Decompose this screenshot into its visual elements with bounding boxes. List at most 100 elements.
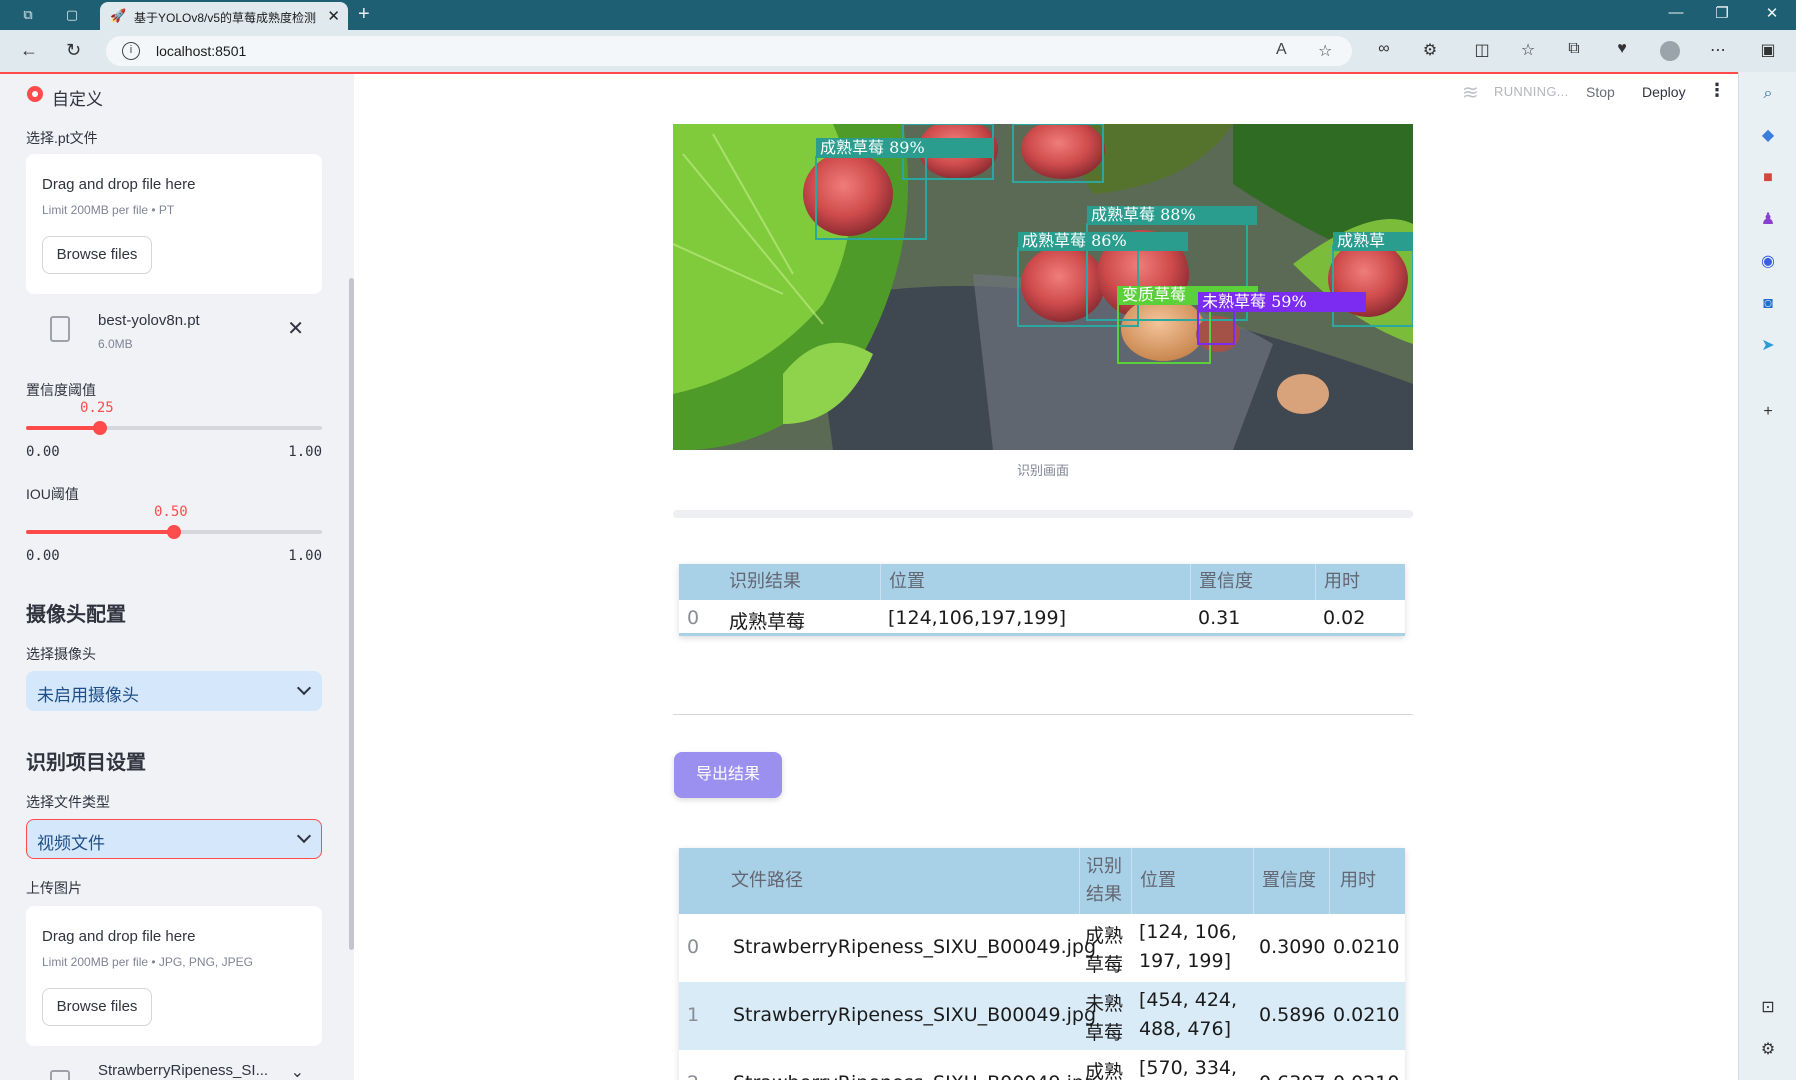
radio-label: 自定义 bbox=[52, 90, 103, 109]
more-menu-icon[interactable]: ⋯ bbox=[1706, 40, 1730, 60]
browse-files-button[interactable]: Browse files bbox=[42, 236, 152, 274]
cell-confidence: 0.3090 bbox=[1259, 936, 1326, 958]
window-close-icon[interactable]: ✕ bbox=[1752, 4, 1792, 22]
detection-label: 变质草莓 bbox=[1122, 285, 1186, 304]
pt-dropzone[interactable]: Drag and drop file here Limit 200MB per … bbox=[26, 154, 322, 294]
sidebar: 自定义 选择.pt文件 Drag and drop file here Limi… bbox=[0, 74, 354, 1080]
edge-sidebar: ⌕ ◆ ■ ♟ ◉ ◙ ➤ + ⊡ ⚙ bbox=[1738, 72, 1796, 1080]
iou-slider[interactable]: 0.50 0.00 1.00 bbox=[26, 504, 322, 564]
tab-title: 基于YOLOv8/v5的草莓成熟度检测 bbox=[134, 11, 317, 25]
collections-icon[interactable]: ⧉ bbox=[1562, 40, 1586, 58]
add-icon[interactable]: + bbox=[1758, 402, 1778, 422]
table-row[interactable]: 0 StrawberryRipeness_SIXU_B00049.jpg 成熟 … bbox=[679, 914, 1405, 982]
chevron-down-icon[interactable]: ⌄ bbox=[291, 1062, 304, 1080]
detection-label: 成熟草莓 86% bbox=[1022, 231, 1127, 250]
dropzone-title: Drag and drop file here bbox=[42, 176, 196, 193]
file-icon bbox=[50, 316, 70, 342]
filetype-select[interactable]: 视频文件 bbox=[26, 819, 322, 859]
cell-time: 0.0210 bbox=[1333, 1004, 1400, 1026]
table-header[interactable]: 识别结果 bbox=[723, 564, 880, 600]
back-icon[interactable]: ← bbox=[20, 40, 38, 61]
tab-actions-icon[interactable]: ▢ bbox=[64, 7, 80, 23]
remove-file-icon[interactable]: ✕ bbox=[287, 316, 304, 341]
image-dropzone[interactable]: Drag and drop file here Limit 200MB per … bbox=[26, 906, 322, 1046]
project-settings-heading: 识别项目设置 bbox=[26, 752, 146, 774]
split-screen-icon[interactable]: ◫ bbox=[1470, 40, 1494, 60]
favorite-star-icon[interactable]: ☆ bbox=[1318, 41, 1332, 61]
radio-selected-icon[interactable] bbox=[27, 86, 43, 102]
table-header[interactable]: 置信度 bbox=[1253, 848, 1329, 914]
tab-active[interactable]: 🚀 基于YOLOv8/v5的草莓成熟度检测 ✕ bbox=[100, 2, 348, 30]
cell-position: [124,106,197,199] bbox=[888, 607, 1067, 629]
screenshot-icon[interactable]: ⊡ bbox=[1758, 998, 1778, 1018]
stop-button[interactable]: Stop bbox=[1586, 84, 1615, 100]
extensions-icon[interactable]: ⚙ bbox=[1418, 40, 1442, 60]
workspaces-icon[interactable]: ⧉ bbox=[20, 7, 36, 23]
avatar[interactable] bbox=[1660, 41, 1680, 61]
export-results-button[interactable]: 导出结果 bbox=[674, 752, 782, 798]
conf-slider[interactable]: 0.25 0.00 1.00 bbox=[26, 400, 322, 460]
table-row[interactable]: 1 StrawberryRipeness_SIXU_B00049.jpg 未熟 … bbox=[679, 982, 1405, 1050]
table-header[interactable]: 用时 bbox=[1315, 564, 1405, 600]
rocket-favicon-icon: 🚀 bbox=[110, 8, 127, 23]
tools-icon[interactable]: ■ bbox=[1758, 168, 1778, 188]
url-text: localhost:8501 bbox=[156, 43, 247, 59]
row-index: 1 bbox=[687, 1004, 700, 1026]
slider-thumb[interactable] bbox=[167, 525, 181, 539]
games-icon[interactable]: ♟ bbox=[1758, 210, 1778, 230]
pt-file-label: 选择.pt文件 bbox=[26, 130, 98, 146]
table-header[interactable]: 置信度 bbox=[1190, 564, 1315, 600]
sidebar-scrollbar[interactable] bbox=[349, 278, 354, 950]
deploy-button[interactable]: Deploy bbox=[1642, 84, 1686, 100]
slider-fill bbox=[26, 530, 174, 534]
new-tab-icon[interactable]: + bbox=[358, 3, 370, 26]
detection-label: 成熟草莓 89% bbox=[820, 138, 925, 157]
refresh-icon[interactable]: ↻ bbox=[66, 40, 81, 61]
browser-tab-bar: ⧉ ▢ 🚀 基于YOLOv8/v5的草莓成熟度检测 ✕ + — ❐ ✕ bbox=[0, 0, 1796, 30]
outlook-icon[interactable]: ◙ bbox=[1758, 294, 1778, 314]
table-header[interactable]: 位置 bbox=[880, 564, 1190, 600]
table-header[interactable]: 用时 bbox=[1329, 848, 1405, 914]
favorites-icon[interactable]: ☆ bbox=[1516, 40, 1540, 60]
row-index: 0 bbox=[687, 607, 700, 629]
progress-bar bbox=[673, 510, 1413, 518]
detection-label: 成熟草莓 88% bbox=[1091, 205, 1196, 224]
cell-confidence: 0.31 bbox=[1198, 607, 1241, 629]
table-header[interactable]: 文件路径 bbox=[725, 848, 1079, 914]
slider-value: 0.50 bbox=[154, 504, 188, 520]
table-row[interactable]: 2 StrawberryRipeness_SIXU_B00049.jpg 成熟 … bbox=[679, 1050, 1405, 1080]
table-header-corner bbox=[679, 848, 725, 914]
table-row[interactable]: 0 成熟草莓 [124,106,197,199] 0.31 0.02 bbox=[679, 600, 1405, 636]
model-radio[interactable]: 自定义 bbox=[0, 74, 300, 114]
search-icon[interactable]: ⌕ bbox=[1758, 84, 1778, 104]
table-header[interactable]: 位置 bbox=[1131, 848, 1253, 914]
chevron-down-icon bbox=[296, 828, 312, 844]
cell-result: 未熟 bbox=[1085, 993, 1124, 1015]
read-aloud-icon[interactable]: A bbox=[1276, 41, 1287, 59]
main-menu-icon[interactable]: ⋮ bbox=[1708, 80, 1726, 101]
camera-select[interactable]: 未启用摄像头 bbox=[26, 671, 322, 711]
shopping-tag-icon[interactable]: ◆ bbox=[1758, 126, 1778, 146]
minimize-icon[interactable]: — bbox=[1656, 4, 1696, 21]
health-icon[interactable]: ♥ bbox=[1610, 40, 1634, 58]
copilot-icon[interactable]: ◉ bbox=[1758, 252, 1778, 272]
infinity-icon[interactable]: ∞ bbox=[1372, 40, 1396, 58]
site-info-icon[interactable]: i bbox=[122, 42, 140, 60]
detection-image: 成熟草莓 89% 成熟草莓 88% 成熟草莓 86% 成熟草 变质草莓 未熟草莓… bbox=[673, 124, 1413, 450]
sidebar-toggle-icon[interactable]: ▣ bbox=[1756, 40, 1780, 60]
cell-position: [124, 106, bbox=[1139, 921, 1238, 943]
restore-icon[interactable]: ❐ bbox=[1702, 4, 1742, 22]
browse-files-button[interactable]: Browse files bbox=[42, 988, 152, 1026]
settings-gear-icon[interactable]: ⚙ bbox=[1758, 1040, 1778, 1060]
tab-close-icon[interactable]: ✕ bbox=[327, 7, 340, 25]
telegram-icon[interactable]: ➤ bbox=[1758, 336, 1778, 356]
cell-position: [454, 424, bbox=[1139, 989, 1238, 1011]
url-input[interactable]: i localhost:8501 A ☆ bbox=[106, 36, 1352, 66]
cell-path: StrawberryRipeness_SIXU_B00049.jpg bbox=[733, 1004, 1097, 1026]
table-header[interactable]: 识别结果 bbox=[1079, 848, 1131, 914]
slider-thumb[interactable] bbox=[93, 421, 107, 435]
slider-max: 1.00 bbox=[288, 444, 322, 460]
detection-label: 成熟草 bbox=[1337, 231, 1385, 250]
slider-fill bbox=[26, 426, 100, 430]
running-swimmer-icon: ≋ bbox=[1462, 82, 1479, 104]
